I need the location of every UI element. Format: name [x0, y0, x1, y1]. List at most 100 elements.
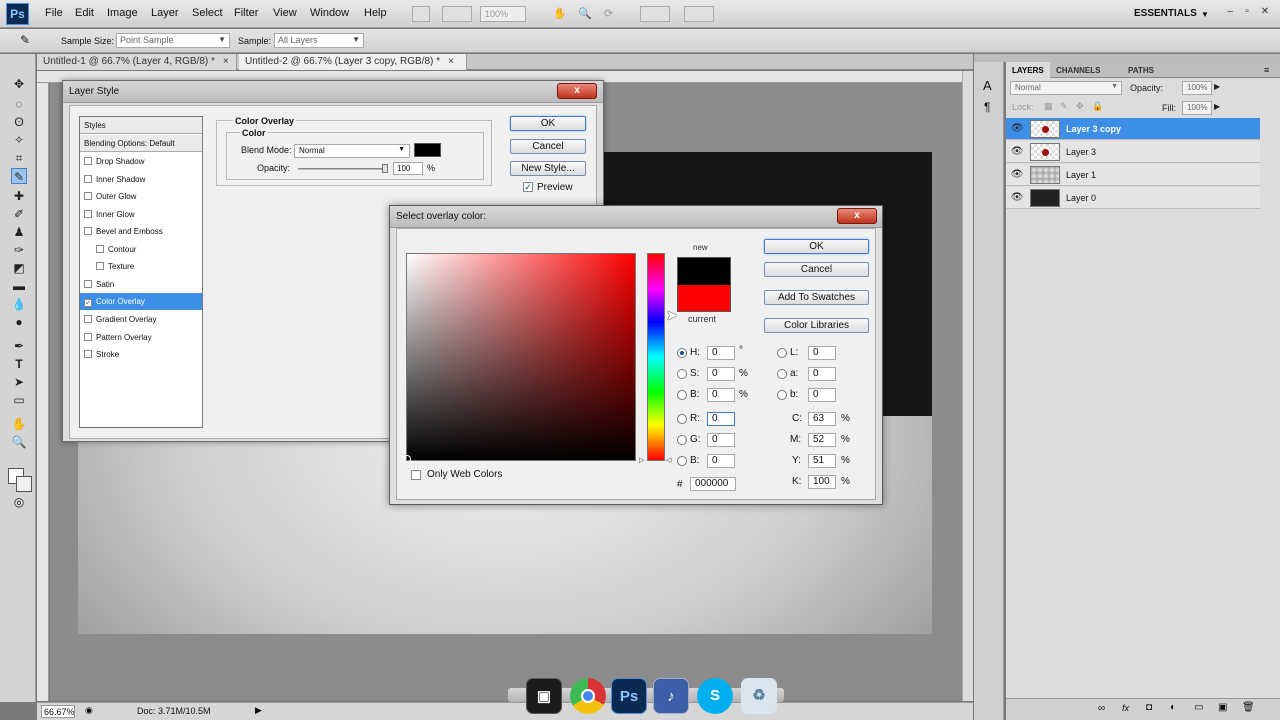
restore-icon[interactable]: ▫ [1241, 6, 1253, 18]
checkbox[interactable] [84, 315, 92, 323]
style-item[interactable]: Inner Shadow [80, 171, 202, 188]
yellow-field[interactable]: 51 [808, 454, 836, 468]
menu-file[interactable]: File [45, 7, 63, 19]
quick-mask-icon[interactable]: ◎ [11, 494, 27, 510]
layer-mask-icon[interactable]: ◘ [1146, 702, 1152, 713]
zoom-icon[interactable]: 🔍 [578, 7, 592, 20]
character-panel-icon[interactable]: A [983, 78, 992, 93]
adjustment-layer-icon[interactable]: ◐ [1170, 702, 1176, 713]
blend-mode-select[interactable]: Normal ▼ [294, 144, 410, 158]
layer-row[interactable]: 👁 Layer 1 [1006, 164, 1260, 186]
arrange-documents-button[interactable] [640, 6, 670, 22]
layer-row[interactable]: 👁 Layer 0 [1006, 187, 1260, 209]
black-field[interactable]: 100 [808, 475, 836, 489]
photoshop-taskbar-icon[interactable]: Ps [611, 678, 647, 714]
menu-filter[interactable]: Filter [234, 7, 258, 19]
style-item[interactable]: Gradient Overlay [80, 311, 202, 328]
blur-tool-icon[interactable]: 💧 [11, 296, 27, 312]
saturation-field[interactable]: 0 [707, 367, 735, 381]
lock-all-icon[interactable]: 🔒 [1092, 101, 1103, 112]
zoom-level-field[interactable]: 100% [480, 6, 526, 22]
media-app-icon[interactable]: ▣ [526, 678, 562, 714]
brush-tool-icon[interactable]: ✐ [11, 206, 27, 222]
lock-image-icon[interactable]: ✎ [1060, 101, 1068, 112]
eye-icon[interactable]: 👁 [1010, 169, 1024, 181]
workspace-switcher[interactable]: ESSENTIALS [1134, 8, 1197, 19]
saturation-radio[interactable] [677, 369, 687, 379]
type-tool-icon[interactable]: T [11, 356, 27, 372]
menu-view[interactable]: View [273, 7, 297, 19]
opacity-field[interactable]: 100 [393, 162, 423, 175]
eraser-tool-icon[interactable]: ◩ [11, 260, 27, 276]
panel-menu-icon[interactable]: ≡ [1264, 65, 1269, 75]
layer-row[interactable]: 👁 Layer 3 copy [1006, 118, 1260, 140]
style-item[interactable]: Bevel and Emboss [80, 223, 202, 240]
style-item[interactable]: Pattern Overlay [80, 329, 202, 346]
shape-tool-icon[interactable]: ▭ [11, 392, 27, 408]
vertical-scrollbar[interactable] [962, 71, 973, 701]
checkbox[interactable] [84, 350, 92, 358]
link-layers-icon[interactable]: ∞ [1098, 703, 1105, 714]
lightness-field[interactable]: 0 [808, 346, 836, 360]
magenta-field[interactable]: 52 [808, 433, 836, 447]
blue-radio[interactable] [677, 456, 687, 466]
dodge-tool-icon[interactable]: ● [11, 314, 27, 330]
lasso-tool-icon[interactable]: ʘ [11, 114, 27, 130]
color-field[interactable] [406, 253, 636, 461]
style-item[interactable]: Texture [80, 258, 202, 275]
style-item[interactable]: Outer Glow [80, 188, 202, 205]
menu-layer[interactable]: Layer [151, 7, 179, 19]
menu-edit[interactable]: Edit [75, 7, 94, 19]
lock-transparent-icon[interactable]: ▦ [1044, 101, 1053, 112]
chevron-right-icon[interactable]: ▶ [1214, 82, 1220, 91]
zoom-tool-icon[interactable]: 🔍 [11, 434, 27, 450]
crop-tool-icon[interactable]: ⌗ [11, 150, 27, 166]
blending-options-item[interactable]: Blending Options: Default [80, 135, 202, 152]
hex-color-field[interactable]: 000000 [690, 477, 736, 491]
group-icon[interactable]: ▭ [1194, 702, 1203, 713]
only-web-colors-checkbox[interactable] [411, 470, 421, 480]
fill-field[interactable]: 100% [1182, 101, 1212, 115]
status-menu-arrow-icon[interactable]: ▶ [255, 705, 262, 716]
cancel-button[interactable]: Cancel [510, 139, 586, 154]
delete-layer-icon[interactable]: 🗑 [1242, 702, 1255, 713]
hue-slider-right-arrow[interactable]: ◁ [666, 456, 671, 464]
a-channel-field[interactable]: 0 [808, 367, 836, 381]
close-icon[interactable]: × [448, 56, 454, 67]
layer-row[interactable]: 👁 Layer 3 [1006, 141, 1260, 163]
ok-button[interactable]: OK [510, 116, 586, 131]
screen-mode-button[interactable] [684, 6, 714, 22]
checkbox[interactable] [96, 262, 104, 270]
checkbox[interactable] [84, 157, 92, 165]
checkbox[interactable] [84, 192, 92, 200]
add-to-swatches-button[interactable]: Add To Swatches [764, 290, 869, 305]
new-style-button[interactable]: New Style... [510, 161, 586, 176]
style-item[interactable]: Satin [80, 276, 202, 293]
layer-blend-mode-select[interactable]: Normal ▼ [1010, 81, 1122, 95]
eyedropper-icon[interactable]: ✎ [20, 33, 30, 47]
tab-channels[interactable]: CHANNELS [1050, 62, 1106, 78]
path-selection-tool-icon[interactable]: ➤ [11, 374, 27, 390]
opacity-slider[interactable] [298, 168, 386, 170]
menu-window[interactable]: Window [310, 7, 349, 19]
close-button[interactable]: x [557, 83, 597, 99]
style-item-color-overlay[interactable]: ✓ Color Overlay [80, 293, 202, 310]
lightness-radio[interactable] [777, 348, 787, 358]
chevron-down-icon[interactable]: ▼ [1201, 10, 1209, 19]
extras-menu-button[interactable] [442, 6, 472, 22]
style-item[interactable]: Inner Glow [80, 206, 202, 223]
minimize-icon[interactable]: – [1224, 6, 1236, 18]
close-icon[interactable]: ✕ [1259, 6, 1271, 18]
preview-checkbox[interactable]: ✓ [523, 182, 533, 192]
rotate-view-icon[interactable]: ⟳ [604, 7, 613, 20]
b-channel-field[interactable]: 0 [808, 388, 836, 402]
panel-collapse-bar[interactable] [974, 54, 1280, 62]
menu-image[interactable]: Image [107, 7, 138, 19]
move-tool-icon[interactable]: ✥ [11, 76, 27, 92]
menu-help[interactable]: Help [364, 7, 387, 19]
eye-icon[interactable]: 👁 [1010, 192, 1024, 204]
skype-icon[interactable]: S [697, 678, 733, 714]
layer-style-icon[interactable]: fx [1122, 703, 1129, 713]
blue-field[interactable]: 0 [707, 454, 735, 468]
chevron-right-icon[interactable]: ▶ [1214, 102, 1220, 111]
